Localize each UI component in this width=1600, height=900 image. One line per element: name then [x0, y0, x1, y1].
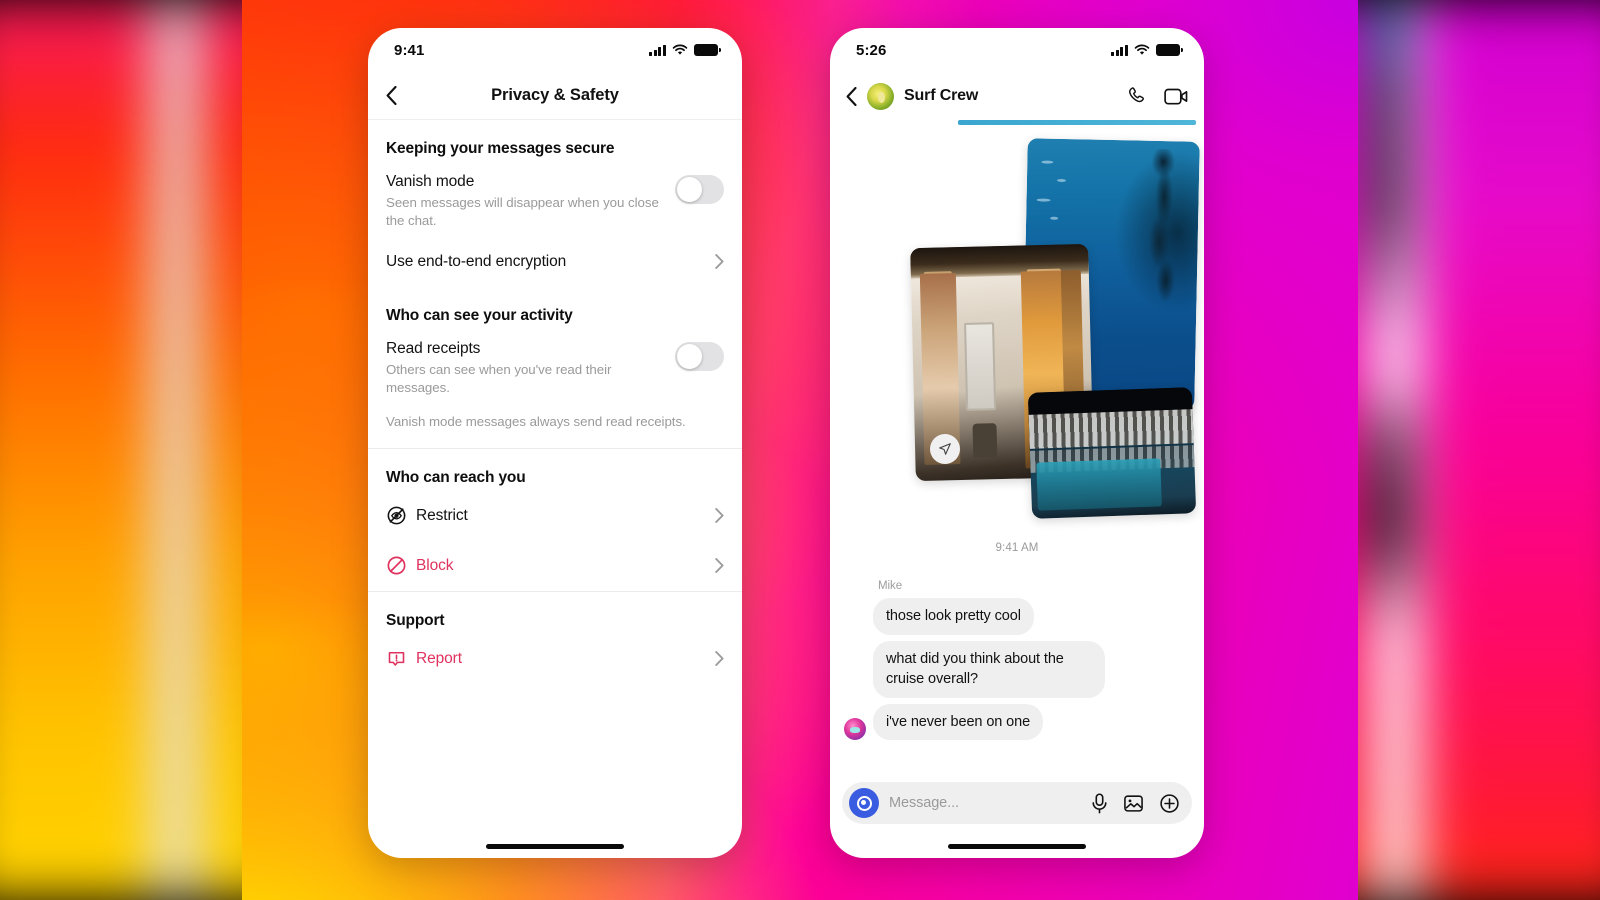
- camera-circle-icon[interactable]: [849, 788, 879, 818]
- setting-row-encryption[interactable]: Use end-to-end encryption: [368, 237, 742, 287]
- status-time: 5:26: [856, 41, 887, 59]
- setting-row-vanish-mode[interactable]: Vanish mode Seen messages will disappear…: [368, 162, 742, 237]
- sender-name: Mike: [878, 580, 903, 592]
- restrict-eye-slash-icon: [387, 506, 406, 525]
- read-receipts-toggle[interactable]: [675, 341, 724, 371]
- chevron-left-icon: [846, 86, 857, 106]
- back-button[interactable]: [846, 86, 857, 106]
- setting-row-restrict[interactable]: Restrict: [368, 491, 742, 541]
- cellular-bars-icon: [649, 44, 666, 56]
- read-receipts-note: Vanish mode messages always send read re…: [386, 414, 686, 430]
- block-label: Block: [416, 556, 454, 574]
- battery-full-icon: [694, 44, 721, 56]
- restrict-label: Restrict: [416, 506, 468, 524]
- message-composer: Message...: [830, 782, 1204, 824]
- video-camera-icon[interactable]: [1164, 86, 1188, 107]
- nav-bar-left: Privacy & Safety: [368, 72, 742, 120]
- message-bubble[interactable]: what did you think about the cruise over…: [873, 640, 1105, 698]
- photo-attachment-collage[interactable]: [830, 126, 1204, 536]
- page-title: Privacy & Safety: [491, 86, 619, 104]
- chevron-right-icon: [715, 558, 724, 574]
- chevron-right-icon: [715, 651, 724, 667]
- message-bubble[interactable]: those look pretty cool: [873, 598, 1034, 635]
- gradient-canvas: 9:41 Privacy & Safety Keeping your messa…: [242, 0, 1358, 900]
- chat-header: Surf Crew: [830, 72, 1204, 120]
- scene-root: 9:41 Privacy & Safety Keeping your messa…: [0, 0, 1600, 900]
- message-row: what did you think about the cruise over…: [830, 640, 1204, 698]
- share-button[interactable]: [930, 434, 960, 464]
- home-indicator[interactable]: [486, 844, 624, 849]
- report-label: Report: [416, 649, 462, 667]
- mike-avatar[interactable]: [844, 718, 866, 741]
- message-timestamp: 9:41 AM: [995, 542, 1039, 554]
- photo-gallery-icon[interactable]: [1123, 793, 1144, 814]
- block-circle-slash-icon: [387, 556, 406, 575]
- group-avatar[interactable]: [867, 82, 894, 110]
- cellular-bars-icon: [1111, 44, 1128, 56]
- battery-full-icon: [1156, 44, 1183, 56]
- message-input[interactable]: Message...: [889, 795, 1081, 811]
- chat-message-list[interactable]: 9:41 AM Mike those look pretty cool what…: [830, 120, 1204, 772]
- message-row: those look pretty cool: [830, 598, 1204, 635]
- chevron-right-icon: [715, 254, 724, 270]
- status-bar-right: 5:26: [830, 28, 1204, 72]
- status-bar-left: 9:41: [368, 28, 742, 72]
- read-receipts-label: Read receipts: [386, 339, 481, 357]
- vanish-mode-label: Vanish mode: [386, 173, 475, 190]
- setting-row-block[interactable]: Block: [368, 541, 742, 591]
- section-header-activity: Who can see your activity: [386, 306, 573, 324]
- status-time: 9:41: [394, 41, 425, 59]
- pool-night-photo[interactable]: [1027, 387, 1197, 519]
- vanish-mode-toggle[interactable]: [675, 175, 724, 204]
- share-paperplane-icon: [939, 443, 951, 455]
- section-header-reach: Who can reach you: [386, 468, 526, 486]
- chat-title: Surf Crew: [904, 87, 979, 104]
- phone-chat-thread: 5:26 Surf Crew 9:41 AM Mike those look p…: [830, 28, 1204, 858]
- plus-circle-icon[interactable]: [1159, 793, 1180, 814]
- setting-row-read-receipts[interactable]: Read receipts Others can see when you've…: [368, 329, 742, 404]
- report-bubble-exclamation-icon: [388, 652, 405, 666]
- message-bubble[interactable]: i've never been on one: [873, 703, 1044, 741]
- photo-edge-sliver: [958, 120, 1196, 125]
- wifi-icon: [1134, 44, 1150, 55]
- phone-privacy-settings: 9:41 Privacy & Safety Keeping your messa…: [368, 28, 742, 858]
- home-indicator[interactable]: [948, 844, 1086, 849]
- read-receipts-description: Others can see when you've read their me…: [386, 361, 612, 395]
- wifi-icon: [672, 44, 688, 55]
- phone-call-icon[interactable]: [1125, 85, 1147, 107]
- section-header-support: Support: [386, 611, 445, 629]
- setting-row-report[interactable]: Report: [368, 634, 742, 684]
- encryption-label: Use end-to-end encryption: [386, 252, 567, 270]
- section-header-secure: Keeping your messages secure: [386, 140, 615, 157]
- chevron-right-icon: [715, 508, 724, 524]
- vanish-mode-description: Seen messages will disappear when you cl…: [386, 194, 659, 229]
- message-row: i've never been on one: [830, 703, 1204, 741]
- microphone-icon[interactable]: [1091, 792, 1108, 814]
